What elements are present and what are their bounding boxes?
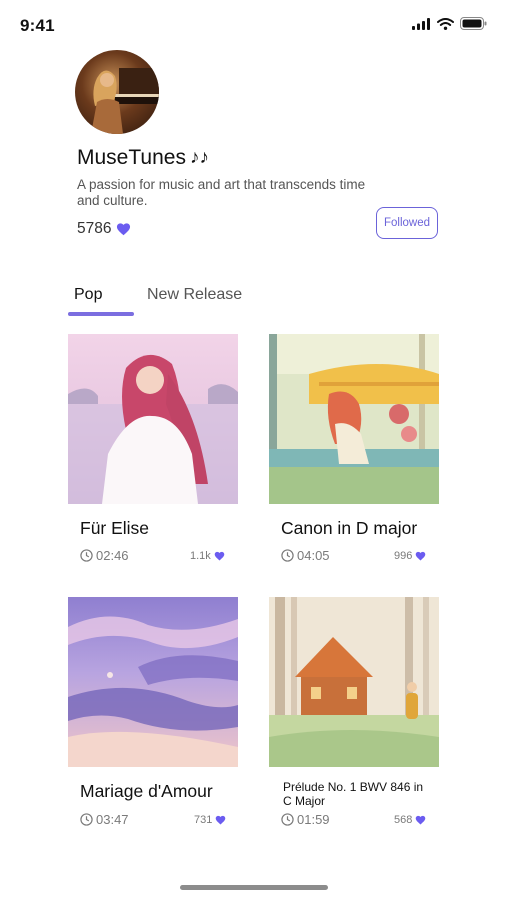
followed-button[interactable]: Followed xyxy=(376,207,438,239)
avatar xyxy=(75,50,159,134)
track-title[interactable]: Canon in D major xyxy=(281,518,417,539)
track-likes-count: 1.1k xyxy=(190,550,211,562)
home-indicator[interactable] xyxy=(180,885,328,890)
track-likes-count: 996 xyxy=(394,550,413,562)
profile-name: MuseTunes ♪♪ xyxy=(77,146,209,170)
track-duration-text: 04:05 xyxy=(297,548,330,563)
track-cover-mariage-damour[interactable] xyxy=(68,597,238,767)
profile-bio: A passion for music and art that transce… xyxy=(77,177,366,208)
track-likes: 568 xyxy=(394,814,426,826)
track-likes-count: 731 xyxy=(194,814,213,826)
track-duration: 03:47 xyxy=(80,812,129,827)
profile-likes-count: 5786 xyxy=(77,220,112,237)
track-likes: 996 xyxy=(394,550,426,562)
track-cover-prelude-no1[interactable] xyxy=(269,597,439,767)
track-duration-text: 01:59 xyxy=(297,812,330,827)
track-duration: 01:59 xyxy=(281,812,330,827)
track-likes: 731 xyxy=(194,814,226,826)
track-duration-text: 03:47 xyxy=(96,812,129,827)
profile-name-text: MuseTunes xyxy=(77,146,186,169)
music-note-icon: ♪♪ xyxy=(189,147,209,168)
battery-icon xyxy=(460,17,487,30)
heart-icon xyxy=(416,551,426,561)
track-duration: 04:05 xyxy=(281,548,330,563)
profile-likes: 5786 xyxy=(77,220,131,238)
status-bar: 9:41 xyxy=(0,0,507,52)
track-cover-fur-elise[interactable] xyxy=(68,334,238,504)
status-icons xyxy=(412,17,487,30)
clock-icon xyxy=(281,813,294,826)
heart-icon xyxy=(216,815,226,825)
track-title[interactable]: Mariage d'Amour xyxy=(80,781,213,802)
heart-icon xyxy=(117,223,131,236)
signal-icon xyxy=(412,17,430,30)
track-title[interactable]: Für Elise xyxy=(80,518,149,539)
track-duration: 02:46 xyxy=(80,548,129,563)
clock-icon xyxy=(281,549,294,562)
clock-icon xyxy=(80,813,93,826)
wifi-icon xyxy=(437,17,454,30)
heart-icon xyxy=(416,815,426,825)
track-cover-canon-in-d[interactable] xyxy=(269,334,439,504)
tab-new-release[interactable]: New Release xyxy=(147,286,242,304)
track-likes: 1.1k xyxy=(190,550,225,562)
track-duration-text: 02:46 xyxy=(96,548,129,563)
track-likes-count: 568 xyxy=(394,814,413,826)
tab-active-indicator xyxy=(68,312,134,316)
heart-icon xyxy=(214,551,225,561)
status-time: 9:41 xyxy=(20,16,55,35)
tab-pop[interactable]: Pop xyxy=(74,286,102,304)
clock-icon xyxy=(80,549,93,562)
avatar-illustration xyxy=(91,68,159,134)
track-title[interactable]: Prélude No. 1 BWV 846 in C Major xyxy=(283,780,433,808)
